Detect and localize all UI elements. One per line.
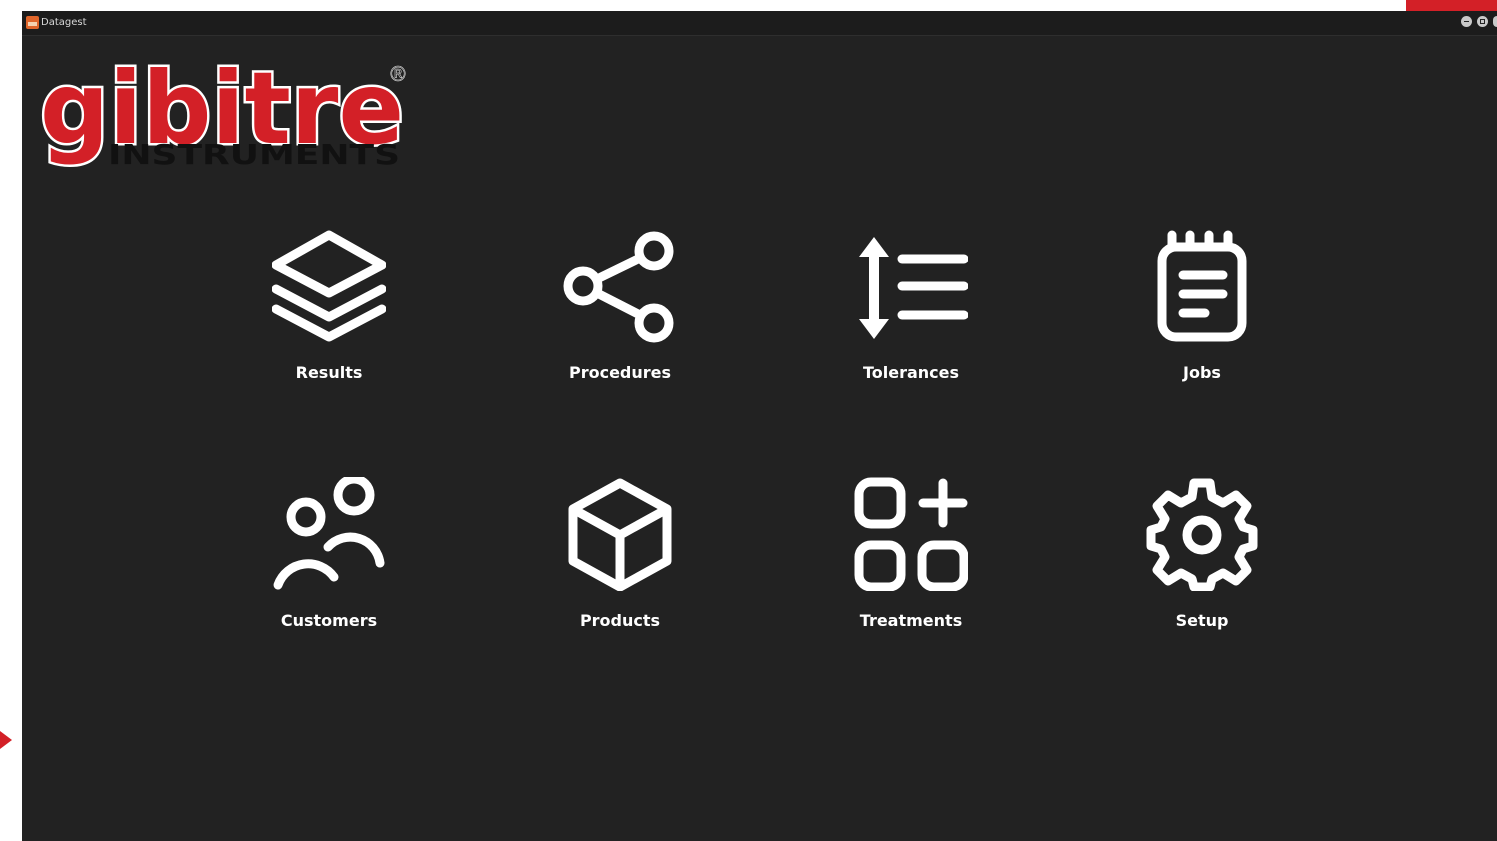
gibitre-logo: gibitre INSTRUMENTS ®: [38, 51, 409, 169]
tolerance-list-icon: [859, 237, 968, 339]
apps-add-icon: [854, 477, 968, 591]
gear-icon: [1146, 478, 1258, 591]
tolerances-label: Tolerances: [862, 363, 960, 382]
setup-tile[interactable]: Setup: [1102, 477, 1302, 647]
jobs-tile[interactable]: Jobs: [1102, 229, 1302, 399]
setup-label: Setup: [1175, 611, 1229, 630]
app-window: Datagest gibitre INSTRUMENTS ® Results P…: [22, 11, 1497, 841]
title-bar[interactable]: Datagest: [22, 11, 1497, 36]
users-icon: [273, 477, 385, 590]
treatments-tile[interactable]: Treatments: [811, 477, 1011, 647]
tolerances-tile[interactable]: Tolerances: [811, 229, 1011, 399]
window-title: Datagest: [41, 17, 87, 28]
procedures-label: Procedures: [568, 363, 672, 382]
results-label: Results: [295, 363, 363, 382]
red-corner-decoration: [1406, 0, 1497, 11]
results-tile[interactable]: Results: [229, 229, 429, 399]
jobs-label: Jobs: [1183, 363, 1221, 382]
treatments-label: Treatments: [859, 611, 963, 630]
products-label: Products: [579, 611, 661, 630]
registered-mark: ®: [388, 62, 408, 86]
minimize-button[interactable]: [1461, 16, 1472, 27]
close-button[interactable]: [1493, 16, 1497, 27]
procedures-tile[interactable]: Procedures: [520, 229, 720, 399]
box-icon: [568, 478, 672, 591]
notepad-icon: [1157, 230, 1247, 342]
app-icon: [26, 16, 39, 29]
products-tile[interactable]: Products: [520, 477, 720, 647]
share-icon: [563, 231, 674, 343]
red-arrow-marker: [0, 731, 12, 749]
maximize-button[interactable]: [1477, 16, 1488, 27]
logo-sub-text: INSTRUMENTS: [108, 138, 400, 169]
customers-label: Customers: [280, 611, 378, 630]
customers-tile[interactable]: Customers: [229, 477, 429, 647]
layers-icon: [272, 230, 386, 342]
